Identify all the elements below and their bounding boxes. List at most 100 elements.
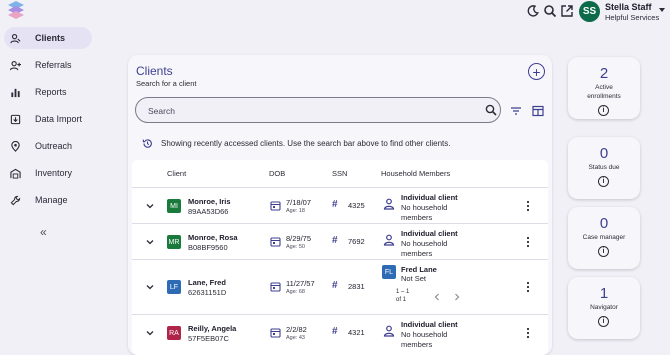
stat-label: Navigator [590,304,618,311]
sidebar-item-reports[interactable]: Reports [4,81,92,103]
household-note: No household members [401,330,448,349]
kebab-icon[interactable] [526,281,530,293]
household-pager-range: 1 – 1 [396,289,410,295]
external-link-icon[interactable] [560,4,574,18]
hash-icon: # [332,199,338,210]
calendar-icon [270,201,281,211]
client-dob: 11/27/57 [286,279,315,288]
kebab-icon[interactable] [526,200,530,212]
client-age: Age: 43 [286,335,305,341]
outreach-icon [11,140,20,152]
collapse-sidebar-button[interactable]: « [40,225,47,239]
user-menu-caret-icon[interactable] [659,8,665,12]
stat-card-status-due[interactable]: 0 Status due i [568,137,640,199]
dark-mode-icon[interactable] [526,4,540,18]
info-icon[interactable]: i [598,176,609,187]
user-org: Helpful Services [605,13,660,22]
sidebar-item-label: Inventory [35,168,73,178]
manage-icon [10,195,21,205]
stat-value: 0 [599,145,609,162]
chevron-down-icon[interactable] [146,202,154,210]
client-avatar: MI [167,199,181,213]
avatar[interactable]: SS [579,1,600,22]
sidebar-item-data-import[interactable]: Data Import [4,108,92,130]
stat-label: Case manager [582,234,626,241]
column-header-client[interactable]: Client [167,169,186,178]
reports-icon [11,88,20,97]
client-id: 57F5EB07C [188,334,229,343]
household-pager-total: of 1 [396,297,407,303]
household-note: No household members [401,239,448,258]
top-bar: SS Stella Staff Helpful Services [0,0,670,25]
columns-icon[interactable] [532,105,544,117]
person-icon [383,325,395,337]
logo-icon[interactable] [7,0,25,20]
info-icon[interactable]: i [598,105,609,116]
sidebar-item-manage[interactable]: Manage [4,189,92,211]
client-name[interactable]: Monroe, Iris [188,197,231,206]
client-avatar: LF [167,280,181,294]
search-input[interactable] [148,104,468,118]
sidebar-item-referrals[interactable]: Referrals [4,54,92,76]
search-icon[interactable] [543,4,557,18]
sidebar-item-clients[interactable]: Clients [4,27,92,49]
household-note: No household members [401,203,448,222]
chevron-down-icon[interactable] [146,238,154,246]
info-icon[interactable]: i [598,316,609,327]
clients-icon [10,33,21,43]
client-name[interactable]: Lane, Fred [188,278,226,287]
calendar-icon [270,237,281,247]
page-title: Clients [136,64,173,78]
table-row[interactable]: MR Monroe, Rosa B08BF9560 8/29/75 Age: 5… [132,223,548,259]
household-member-name[interactable]: Fred Lane [401,265,437,274]
filter-icon[interactable] [510,105,522,117]
client-ssn: 4325 [348,201,365,210]
column-header-dob[interactable]: DOB [269,169,285,178]
sidebar-item-label: Referrals [35,60,72,70]
client-name[interactable]: Reilly, Angela [188,324,236,333]
kebab-icon[interactable] [526,236,530,248]
household-status: Individual client [401,193,458,202]
hash-icon: # [332,326,338,337]
hash-icon: # [332,235,338,246]
history-icon [142,139,152,148]
chevron-right-icon[interactable] [453,293,461,301]
stat-value: 1 [599,285,609,302]
sidebar-item-inventory[interactable]: Inventory [4,162,92,184]
column-header-household[interactable]: Household Members [381,169,450,178]
stat-card-case-manager[interactable]: 0 Case manager i [568,207,640,269]
table-row[interactable]: RA Reilly, Angela 57F5EB07C 2/2/82 Age: … [132,314,548,350]
search-icon[interactable] [485,104,497,116]
stat-card-active-enrollments[interactable]: 2 Active enrollments i [568,57,640,119]
client-name[interactable]: Monroe, Rosa [188,233,238,242]
household-status: Individual client [401,320,458,329]
add-client-button[interactable]: + [528,63,545,80]
sidebar: Clients Referrals Reports Data Import Ou… [0,25,97,355]
client-dob: 2/2/82 [286,325,307,334]
household-member-avatar: FL [382,265,396,279]
chevron-down-icon[interactable] [146,329,154,337]
kebab-icon[interactable] [526,327,530,339]
user-name[interactable]: Stella Staff [605,2,652,12]
client-id: 89AA53D66 [188,207,229,216]
clients-panel: Clients Search for a client + Showing re… [128,55,552,355]
client-ssn: 2831 [348,282,365,291]
inventory-icon [10,168,21,179]
sidebar-item-label: Reports [35,87,67,97]
sidebar-item-label: Outreach [35,141,73,151]
household-member-status: Not Set [401,274,427,283]
household-status: Individual client [401,229,458,238]
person-icon [383,234,395,246]
client-avatar: MR [167,235,181,249]
chevron-left-icon[interactable] [433,293,441,301]
client-dob: 8/29/75 [286,234,312,243]
stat-card-navigator[interactable]: 1 Navigator i [568,277,640,339]
client-age: Age: 50 [286,244,305,250]
stat-label: Active enrollments [587,84,621,100]
info-icon[interactable]: i [598,246,609,257]
column-header-ssn[interactable]: SSN [332,169,347,178]
table-row[interactable]: MI Monroe, Iris 89AA53D66 7/18/07 Age: 1… [132,187,548,223]
table-row[interactable]: LF Lane, Fred 62631151D 11/27/57 Age: 68… [132,259,548,314]
sidebar-item-outreach[interactable]: Outreach [4,135,92,157]
chevron-down-icon[interactable] [146,283,154,291]
